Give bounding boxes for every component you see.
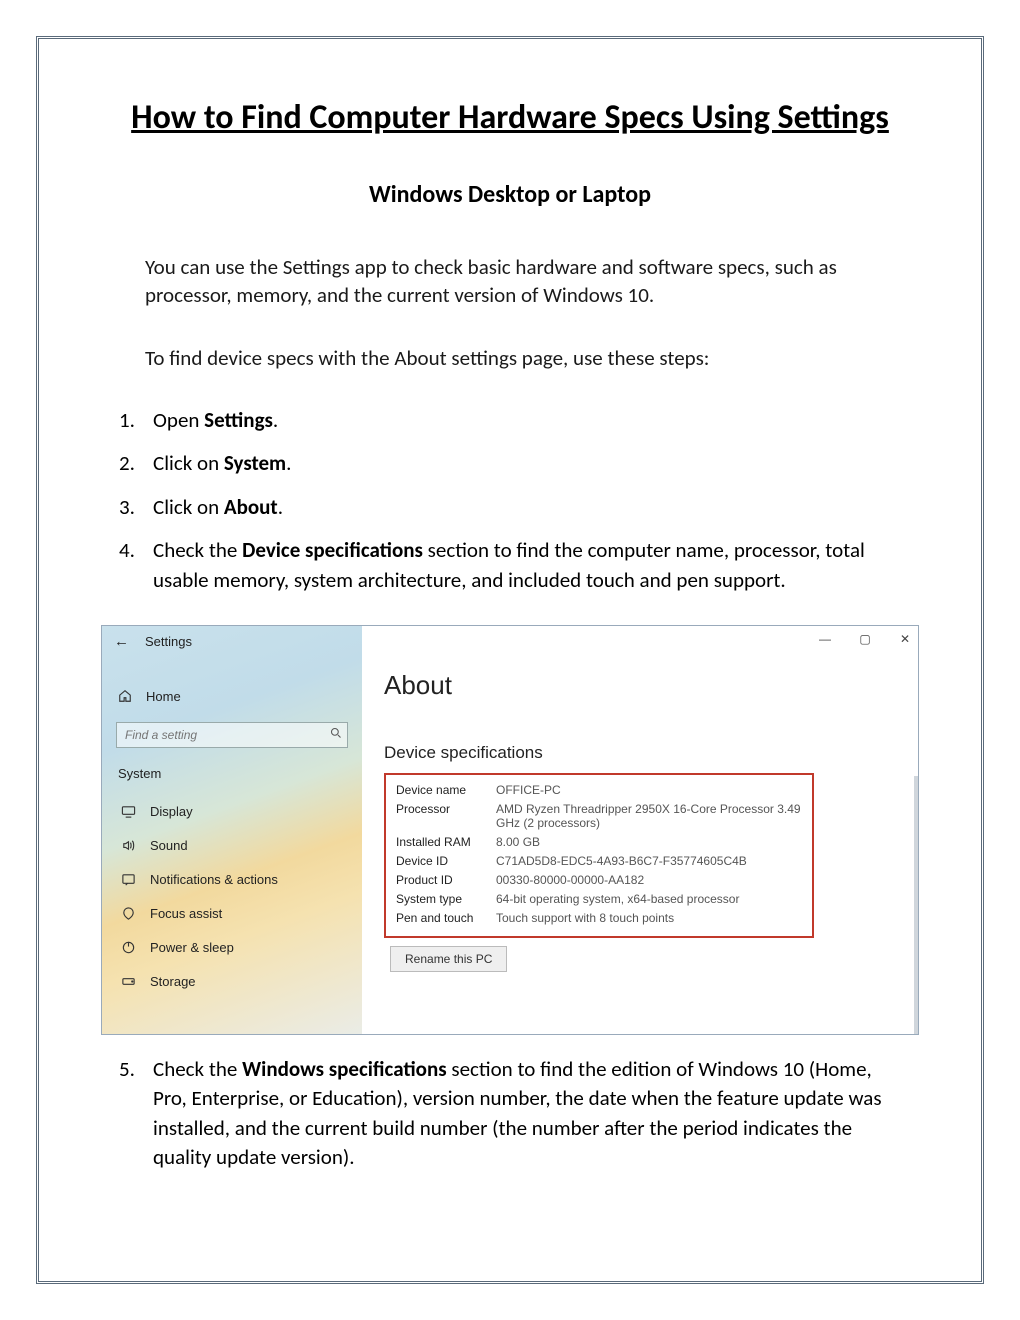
- search-icon: [330, 727, 342, 742]
- storage-icon: [120, 974, 136, 990]
- window-controls: — ▢ ✕: [816, 632, 914, 646]
- settings-content: — ▢ ✕ About Device specifications Device…: [362, 626, 918, 1034]
- document-border: How to Find Computer Hardware Specs Usin…: [36, 36, 984, 1284]
- spec-row-installed-ram: Installed RAM 8.00 GB: [396, 833, 802, 852]
- display-icon: [120, 804, 136, 820]
- sidebar-item-power-sleep[interactable]: Power & sleep: [102, 931, 362, 965]
- step-number: 4.: [119, 536, 153, 595]
- sidebar-item-focus-assist[interactable]: Focus assist: [102, 897, 362, 931]
- focus-assist-icon: [120, 906, 136, 922]
- search-input[interactable]: [116, 722, 348, 748]
- window-title: Settings: [145, 634, 192, 649]
- step-1: 1. Open Settings.: [119, 406, 919, 435]
- intro-paragraph-1: You can use the Settings app to check ba…: [145, 253, 875, 310]
- spec-row-processor: Processor AMD Ryzen Threadripper 2950X 1…: [396, 800, 802, 833]
- device-specifications-highlight: Device name OFFICE-PC Processor AMD Ryze…: [384, 773, 814, 938]
- document-body: How to Find Computer Hardware Specs Usin…: [53, 53, 967, 1267]
- scrollbar[interactable]: [914, 776, 918, 1034]
- spec-row-system-type: System type 64-bit operating system, x64…: [396, 890, 802, 909]
- step-3: 3. Click on About.: [119, 493, 919, 522]
- sidebar-item-notifications[interactable]: Notifications & actions: [102, 863, 362, 897]
- notifications-icon: [120, 872, 136, 888]
- sound-icon: [120, 838, 136, 854]
- home-icon: [118, 689, 132, 703]
- titlebar: ← Settings: [102, 626, 362, 657]
- spec-row-device-name: Device name OFFICE-PC: [396, 781, 802, 800]
- power-icon: [120, 940, 136, 956]
- step-4: 4. Check the Device specifications secti…: [119, 536, 919, 595]
- step-number: 1.: [119, 406, 153, 435]
- settings-window-screenshot: ← Settings Home System Display: [101, 625, 919, 1035]
- device-specifications-heading: Device specifications: [384, 743, 918, 763]
- sidebar-home-label: Home: [146, 689, 181, 704]
- spec-row-pen-and-touch: Pen and touch Touch support with 8 touch…: [396, 909, 802, 928]
- spec-row-product-id: Product ID 00330-80000-00000-AA182: [396, 871, 802, 890]
- sidebar-item-label: Notifications & actions: [150, 872, 278, 887]
- sidebar-item-label: Focus assist: [150, 906, 222, 921]
- sidebar-item-label: Display: [150, 804, 193, 819]
- sidebar-item-display[interactable]: Display: [102, 795, 362, 829]
- intro-paragraph-2: To find device specs with the About sett…: [145, 344, 875, 372]
- close-button[interactable]: ✕: [896, 632, 914, 646]
- sidebar-item-label: Sound: [150, 838, 188, 853]
- sidebar-item-label: Storage: [150, 974, 196, 989]
- search-container: [116, 722, 348, 748]
- step-number: 5.: [119, 1055, 153, 1173]
- minimize-button[interactable]: —: [816, 632, 834, 646]
- step-number: 3.: [119, 493, 153, 522]
- step-2: 2. Click on System.: [119, 449, 919, 478]
- sidebar-section-heading: System: [102, 762, 362, 795]
- page-title: How to Find Computer Hardware Specs Usin…: [101, 97, 919, 138]
- step-5: 5. Check the Windows specifications sect…: [119, 1055, 919, 1173]
- about-heading: About: [384, 670, 918, 701]
- sidebar-item-sound[interactable]: Sound: [102, 829, 362, 863]
- sidebar-item-label: Power & sleep: [150, 940, 234, 955]
- maximize-button[interactable]: ▢: [856, 632, 874, 646]
- step-number: 2.: [119, 449, 153, 478]
- sidebar-home[interactable]: Home: [102, 679, 362, 714]
- settings-sidebar: ← Settings Home System Display: [102, 626, 362, 1034]
- page-subtitle: Windows Desktop or Laptop: [101, 180, 919, 209]
- spec-row-device-id: Device ID C71AD5D8-EDC5-4A93-B6C7-F35774…: [396, 852, 802, 871]
- rename-this-pc-button[interactable]: Rename this PC: [390, 946, 507, 972]
- back-icon[interactable]: ←: [114, 634, 129, 649]
- sidebar-item-storage[interactable]: Storage: [102, 965, 362, 999]
- steps-list: 1. Open Settings. 2. Click on System. 3.…: [119, 406, 919, 595]
